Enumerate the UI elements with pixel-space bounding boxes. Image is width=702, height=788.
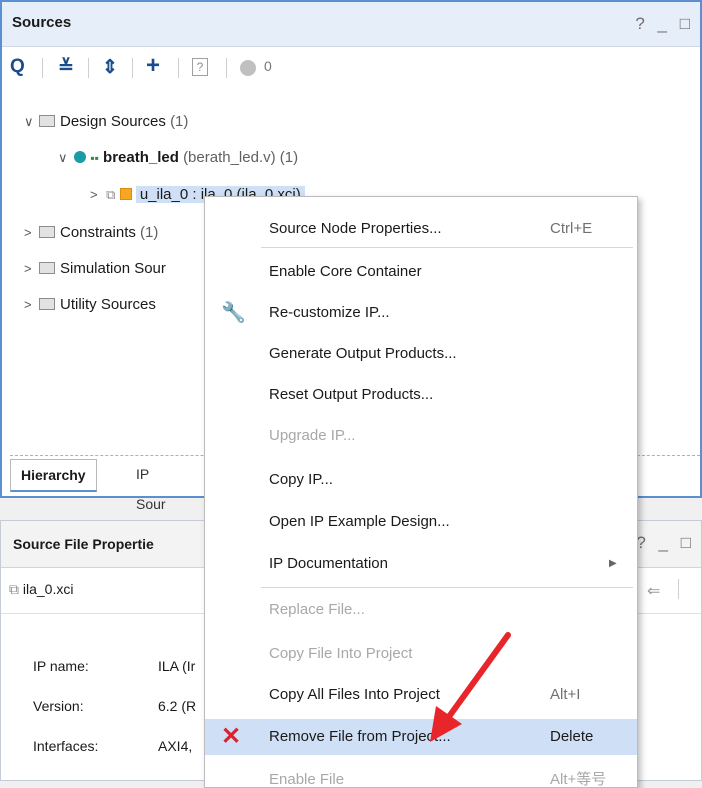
annotation-arrow [430,632,511,742]
